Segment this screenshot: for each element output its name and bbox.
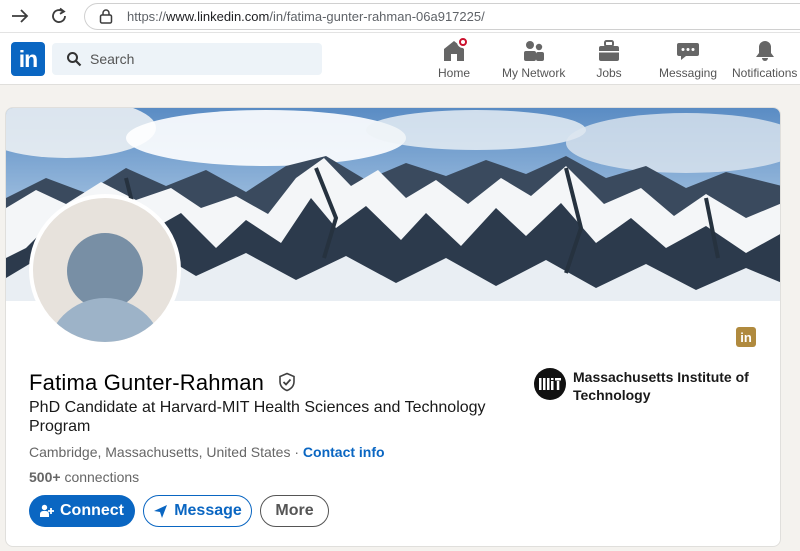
- nav-notifications-label: Notifications: [732, 66, 798, 80]
- nav-messaging-label: Messaging: [659, 66, 718, 80]
- address-bar[interactable]: https://www.linkedin.com/in/fatima-gunte…: [84, 3, 800, 30]
- nav-notifications[interactable]: Notifications: [732, 39, 797, 80]
- contact-info-link[interactable]: Contact info: [303, 444, 385, 460]
- profile-headline: PhD Candidate at Harvard-MIT Health Scie…: [29, 399, 486, 435]
- nav-jobs-label: Jobs: [596, 66, 622, 80]
- search-icon: [66, 51, 82, 72]
- more-label: More: [275, 502, 314, 519]
- nav-my-network[interactable]: My Network: [502, 39, 565, 80]
- nav-messaging[interactable]: Messaging: [659, 39, 717, 80]
- verified-shield-icon[interactable]: [277, 372, 297, 397]
- mit-logo: [534, 368, 566, 400]
- send-icon: [153, 504, 168, 519]
- forward-arrow-icon[interactable]: [8, 5, 32, 27]
- profile-location-line: Cambridge, Massachusetts, United States …: [29, 444, 385, 460]
- search-bar[interactable]: [52, 43, 322, 75]
- connections-number: 500+: [29, 469, 61, 485]
- notification-badge: [457, 36, 469, 48]
- location-separator: ·: [294, 444, 300, 460]
- nav-my-network-label: My Network: [502, 66, 566, 80]
- more-button[interactable]: More: [260, 495, 329, 527]
- school-name: Massachusetts Institute of Technology: [573, 369, 749, 403]
- linkedin-logo[interactable]: in: [11, 42, 45, 76]
- profile-card: in Fatima Gunter-Rahman PhD Candidate at…: [5, 107, 781, 547]
- messaging-icon: [675, 39, 701, 63]
- connections-count[interactable]: 500+ connections: [29, 469, 139, 485]
- nav-jobs[interactable]: Jobs: [596, 39, 622, 80]
- nav-home-label: Home: [438, 66, 471, 80]
- notifications-icon: [752, 39, 778, 63]
- profile-location: Cambridge, Massachusetts, United States: [29, 444, 291, 460]
- url-text: https://www.linkedin.com/in/fatima-gunte…: [127, 9, 485, 24]
- connect-button[interactable]: Connect: [29, 495, 135, 527]
- home-icon: [441, 36, 469, 63]
- linkedin-header: in Home My Network Jobs Messaging: [0, 33, 800, 85]
- my-network-icon: [521, 39, 547, 63]
- jobs-icon: [596, 39, 622, 63]
- avatar-body: [46, 298, 164, 342]
- message-button[interactable]: Message: [143, 495, 252, 527]
- profile-name: Fatima Gunter-Rahman: [29, 370, 265, 395]
- lock-icon[interactable]: [99, 9, 113, 29]
- message-label: Message: [174, 502, 242, 519]
- browser-toolbar: https://www.linkedin.com/in/fatima-gunte…: [0, 0, 800, 33]
- reload-icon[interactable]: [47, 5, 71, 27]
- profile-avatar[interactable]: [29, 194, 181, 346]
- connections-label: connections: [64, 469, 140, 485]
- linkedin-premium-icon: in: [736, 327, 756, 347]
- connect-label: Connect: [60, 502, 124, 519]
- add-person-icon: [40, 504, 54, 518]
- search-input[interactable]: [90, 43, 310, 75]
- nav-home[interactable]: Home: [438, 36, 471, 80]
